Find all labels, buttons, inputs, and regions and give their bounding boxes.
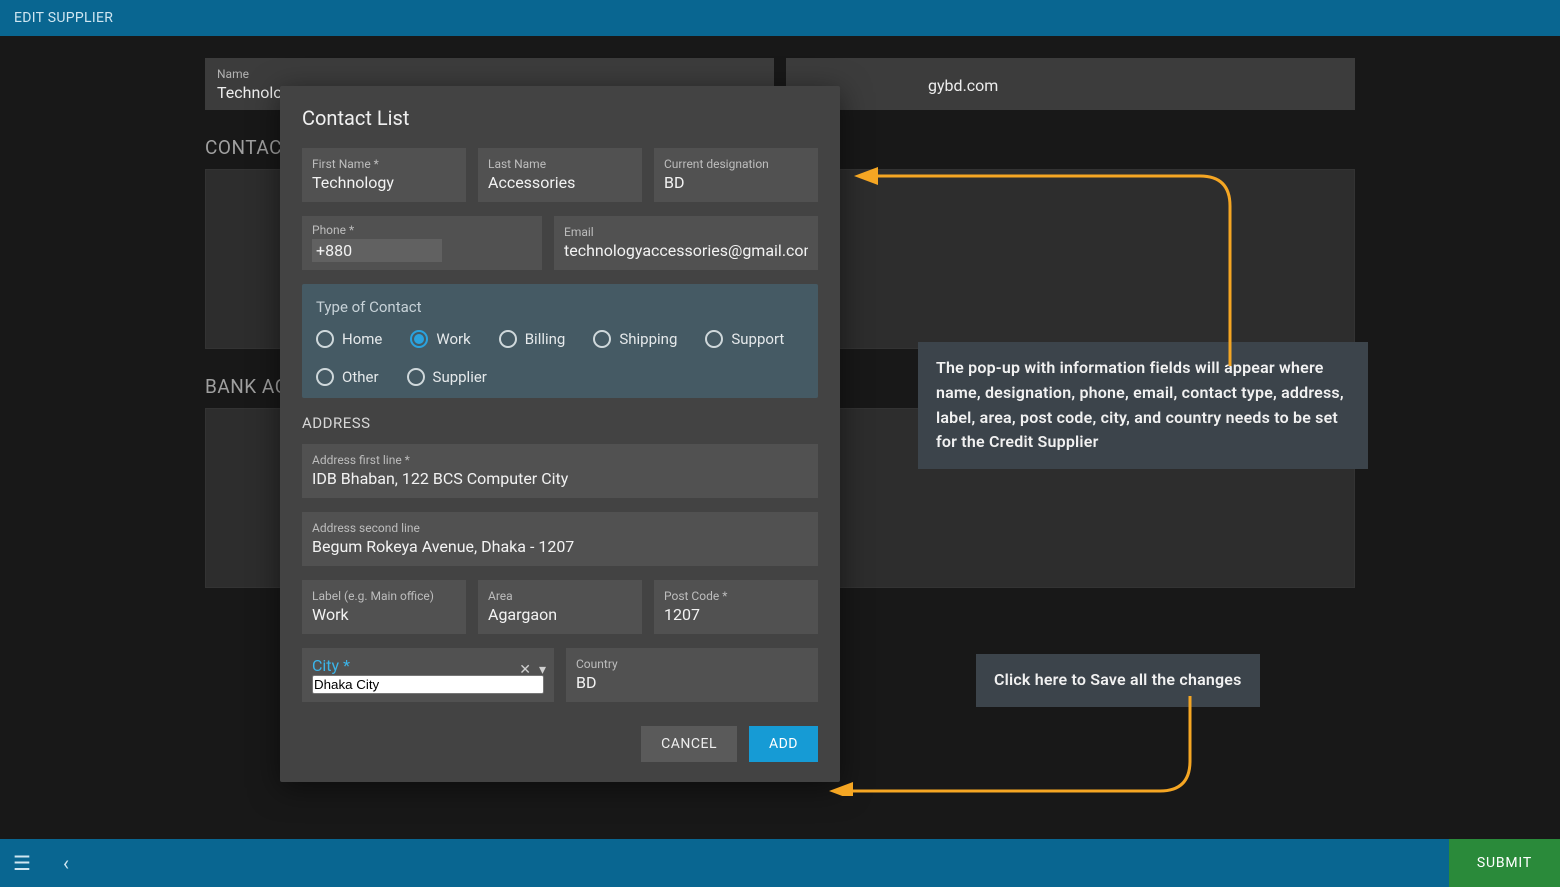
email-input[interactable] (564, 241, 808, 260)
phone-field[interactable]: Phone * (302, 216, 542, 270)
name-label: Name (217, 67, 762, 81)
radio-dot-icon (593, 330, 611, 348)
radio-label: Work (436, 330, 470, 348)
radio-dot-icon (316, 330, 334, 348)
first-name-field[interactable]: First Name * (302, 148, 466, 202)
radio-dot-icon (316, 368, 334, 386)
radio-home[interactable]: Home (316, 330, 382, 348)
submit-label: SUBMIT (1477, 855, 1532, 871)
callout-save-changes: Click here to Save all the changes (976, 654, 1260, 707)
postcode-input[interactable] (664, 605, 808, 624)
email-field[interactable]: Email (554, 216, 818, 270)
bottombar: ☰ ‹ SUBMIT (0, 839, 1560, 887)
last-name-input[interactable] (488, 173, 632, 192)
radio-dot-icon (407, 368, 425, 386)
postcode-field[interactable]: Post Code * (654, 580, 818, 634)
label-input[interactable] (312, 605, 456, 624)
radio-label: Supplier (433, 368, 487, 386)
radio-label: Billing (525, 330, 566, 348)
contact-list-modal: Contact List First Name * Last Name Curr… (280, 86, 840, 782)
chevron-down-icon[interactable]: ▾ (539, 662, 546, 678)
city-input[interactable] (312, 675, 544, 694)
radio-label: Other (342, 368, 379, 386)
chevron-left-icon: ‹ (63, 851, 69, 875)
radio-work[interactable]: Work (410, 330, 470, 348)
radio-label: Home (342, 330, 382, 348)
submit-button[interactable]: SUBMIT (1449, 839, 1560, 887)
radio-dot-icon (410, 330, 428, 348)
country-input[interactable] (576, 673, 808, 692)
address1-input[interactable] (312, 469, 808, 488)
city-field[interactable]: City * ✕ ▾ (302, 648, 554, 702)
radio-other[interactable]: Other (316, 368, 379, 386)
cancel-button[interactable]: CANCEL (641, 726, 737, 762)
radio-billing[interactable]: Billing (499, 330, 566, 348)
first-name-input[interactable] (312, 173, 456, 192)
area-input[interactable] (488, 605, 632, 624)
label-field[interactable]: Label (e.g. Main office) (302, 580, 466, 634)
area-field[interactable]: Area (478, 580, 642, 634)
right-value: gybd.com (798, 76, 1343, 95)
address-section-title: ADDRESS (302, 414, 818, 432)
radio-label: Shipping (619, 330, 677, 348)
last-name-field[interactable]: Last Name (478, 148, 642, 202)
radio-label: Support (731, 330, 784, 348)
designation-field[interactable]: Current designation (654, 148, 818, 202)
contact-type-title: Type of Contact (316, 298, 804, 316)
modal-title: Contact List (302, 106, 818, 130)
page-body: Name Technology Accessories gybd.com CON… (0, 36, 1560, 839)
supplier-right-field[interactable]: gybd.com (786, 58, 1355, 110)
callout-info-fields: The pop-up with information fields will … (918, 342, 1368, 469)
add-button[interactable]: ADD (749, 726, 818, 762)
topbar: EDIT SUPPLIER (0, 0, 1560, 36)
page-title: EDIT SUPPLIER (14, 10, 113, 26)
address2-input[interactable] (312, 537, 808, 556)
menu-icon: ☰ (13, 851, 31, 875)
radio-supplier[interactable]: Supplier (407, 368, 487, 386)
radio-dot-icon (705, 330, 723, 348)
radio-dot-icon (499, 330, 517, 348)
radio-shipping[interactable]: Shipping (593, 330, 677, 348)
phone-input[interactable] (312, 239, 442, 262)
radio-support[interactable]: Support (705, 330, 784, 348)
menu-button[interactable]: ☰ (0, 839, 44, 887)
back-button[interactable]: ‹ (44, 839, 88, 887)
country-field[interactable]: Country (566, 648, 818, 702)
address1-field[interactable]: Address first line * (302, 444, 818, 498)
contact-type-box: Type of Contact Home Work Billing Shipping S… (302, 284, 818, 398)
address2-field[interactable]: Address second line (302, 512, 818, 566)
clear-icon[interactable]: ✕ (519, 662, 531, 678)
designation-input[interactable] (664, 173, 808, 192)
